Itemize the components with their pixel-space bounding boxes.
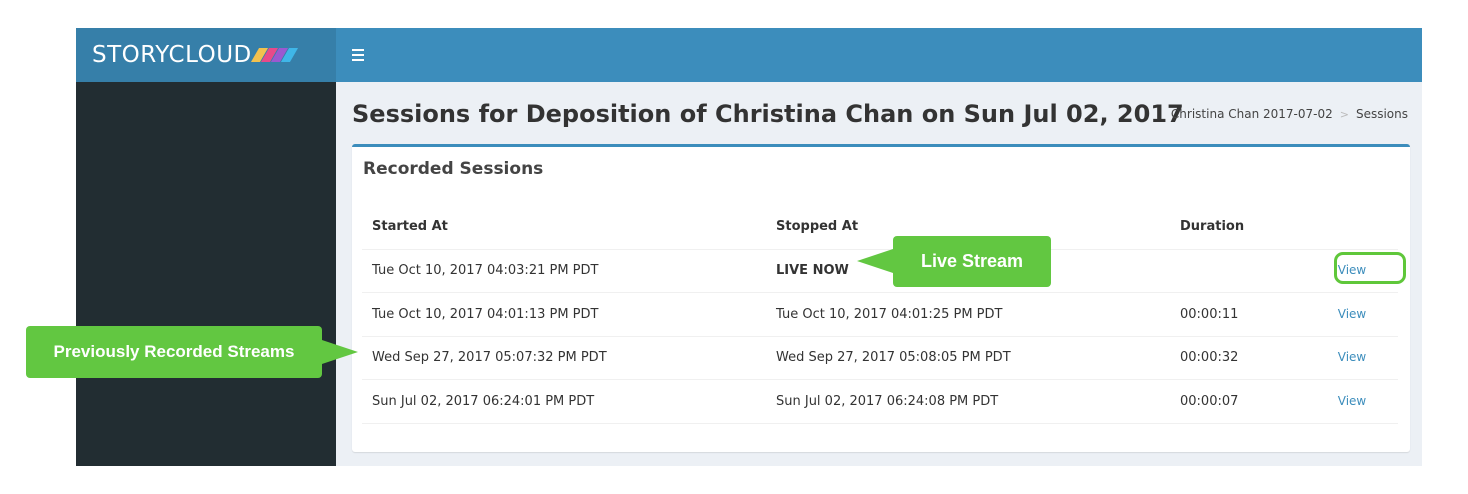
page-title: Sessions for Deposition of Christina Cha…: [352, 100, 1184, 128]
cell-started: Wed Sep 27, 2017 05:07:32 PM PDT: [362, 336, 766, 380]
logo-text: STORYCLOUD: [92, 42, 252, 68]
logo-mark-icon: [250, 48, 298, 62]
table-header-row: Started At Stopped At Duration: [362, 205, 1398, 250]
cell-duration: 00:00:07: [1170, 379, 1306, 424]
app-window: STORYCLOUD Sessions for Deposition of Ch…: [76, 28, 1422, 466]
live-view-highlight-ring: [1334, 252, 1406, 284]
cell-action: View: [1306, 336, 1398, 380]
previously-recorded-callout: Previously Recorded Streams: [26, 326, 358, 378]
breadcrumb-separator: >: [1339, 107, 1349, 121]
sessions-table: Started At Stopped At Duration Tue Oct 1…: [362, 205, 1398, 424]
column-header-action: [1306, 205, 1398, 250]
top-navbar: STORYCLOUD: [76, 28, 1422, 82]
view-link[interactable]: View: [1338, 307, 1366, 321]
cell-duration: [1170, 249, 1306, 293]
cell-stopped: Wed Sep 27, 2017 05:08:05 PM PDT: [766, 336, 1170, 380]
cell-started: Sun Jul 02, 2017 06:24:01 PM PDT: [362, 379, 766, 424]
breadcrumb: Christina Chan 2017-07-02 > Sessions: [1171, 107, 1408, 121]
cell-started: Tue Oct 10, 2017 04:03:21 PM PDT: [362, 249, 766, 293]
live-stream-callout: Live Stream: [857, 236, 1051, 287]
view-link[interactable]: View: [1338, 350, 1366, 364]
cell-action: View: [1306, 292, 1398, 337]
hamburger-icon[interactable]: [352, 44, 366, 66]
table-row: Sun Jul 02, 2017 06:24:01 PM PDT Sun Jul…: [362, 379, 1398, 424]
recorded-sessions-box: Recorded Sessions Started At Stopped At …: [352, 144, 1410, 452]
view-link[interactable]: View: [1338, 394, 1366, 408]
table-row: Wed Sep 27, 2017 05:07:32 PM PDT Wed Sep…: [362, 336, 1398, 380]
main-content: Sessions for Deposition of Christina Cha…: [336, 82, 1422, 466]
column-header-started: Started At: [362, 205, 766, 250]
breadcrumb-item-sessions[interactable]: Sessions: [1356, 107, 1408, 121]
cell-stopped: Tue Oct 10, 2017 04:01:25 PM PDT: [766, 292, 1170, 337]
breadcrumb-item-deposition[interactable]: Christina Chan 2017-07-02: [1171, 107, 1333, 121]
sidebar: [76, 82, 336, 466]
cell-action: View: [1306, 379, 1398, 424]
column-header-duration: Duration: [1170, 205, 1306, 250]
cell-stopped: Sun Jul 02, 2017 06:24:08 PM PDT: [766, 379, 1170, 424]
cell-duration: 00:00:11: [1170, 292, 1306, 337]
cell-started: Tue Oct 10, 2017 04:01:13 PM PDT: [362, 292, 766, 337]
logo[interactable]: STORYCLOUD: [76, 28, 336, 82]
cell-duration: 00:00:32: [1170, 336, 1306, 380]
table-row: Tue Oct 10, 2017 04:01:13 PM PDT Tue Oct…: [362, 292, 1398, 337]
box-title: Recorded Sessions: [363, 159, 544, 179]
